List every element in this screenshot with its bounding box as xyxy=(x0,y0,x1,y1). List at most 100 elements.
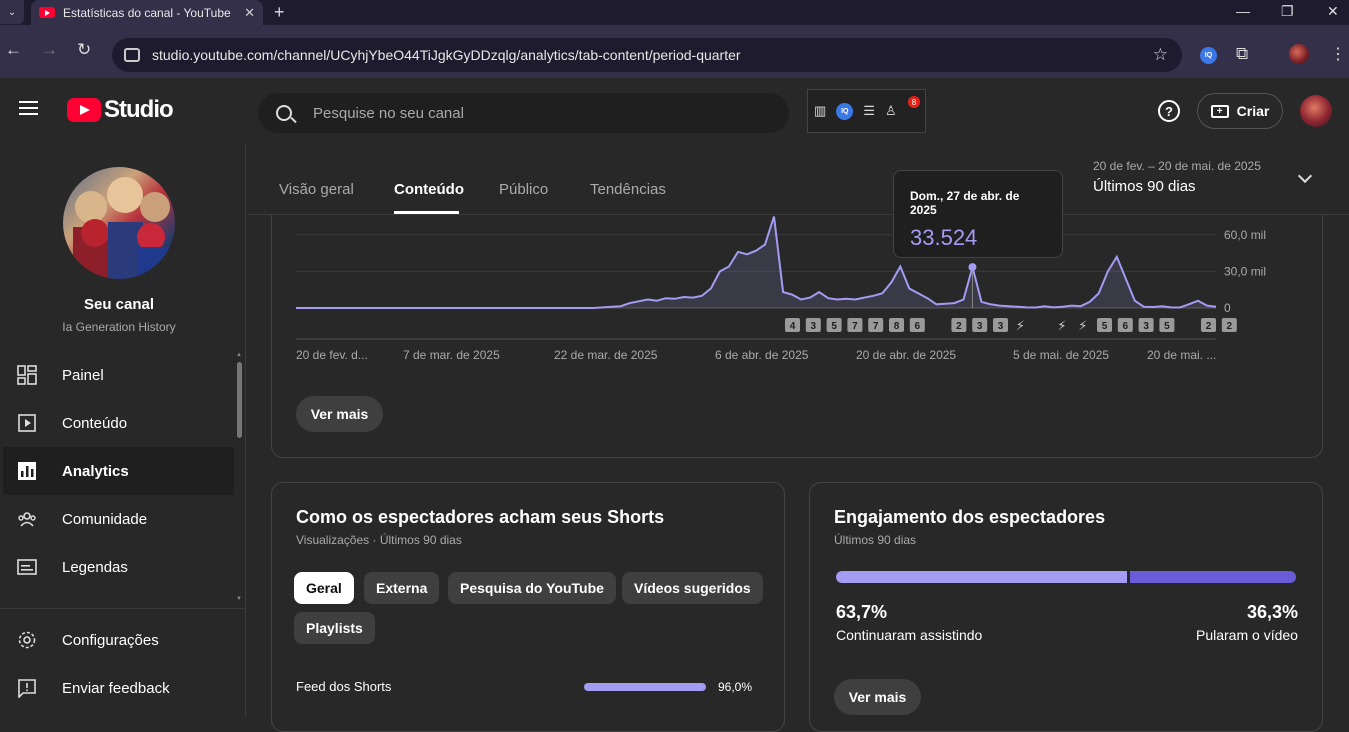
add-video-icon: + xyxy=(1210,104,1229,118)
upload-marker-count: 5 xyxy=(1102,321,1108,332)
forward-button[interactable]: → xyxy=(41,40,58,60)
sidebar-item-analytics[interactable]: Analytics xyxy=(3,447,234,495)
sidebar-scroll-down[interactable]: ▼ xyxy=(236,596,242,602)
channel-avatar-art xyxy=(73,177,170,279)
channel-name: Ia Generation History xyxy=(62,320,176,334)
y-tick-label: 30,0 mil xyxy=(1224,264,1266,278)
trophy-icon[interactable]: ♙ xyxy=(885,103,897,119)
engagement-card-title: Engajamento dos espectadores xyxy=(834,507,1106,527)
tab-tendencias[interactable]: Tendências xyxy=(590,181,666,198)
tab-title: Estatísticas do canal - YouTube xyxy=(63,5,231,20)
browser-profile-avatar[interactable] xyxy=(1289,44,1309,64)
community-icon xyxy=(17,509,37,529)
engagement-card-subtitle: Últimos 90 dias xyxy=(834,533,917,547)
views-chart[interactable]: 60,0 mil 30,0 mil 0 4 3 5 7 7 8 6 2 3 3 ⚡ ⚡ ⚡ 5 6 3 5 2 2 20 d… xyxy=(271,215,1271,375)
hover-point xyxy=(968,263,977,272)
traffic-source-bar xyxy=(584,683,706,691)
create-button[interactable]: + Criar xyxy=(1197,93,1283,129)
continued-label: Continuaram assistindo xyxy=(836,627,983,643)
upload-marker-count: 6 xyxy=(915,321,921,332)
see-more-button[interactable]: Ver mais xyxy=(296,396,383,432)
iq-extension-icon[interactable]: IQ xyxy=(1200,47,1217,64)
chart-area xyxy=(296,216,1216,308)
account-avatar[interactable] xyxy=(1300,95,1332,127)
reload-button[interactable]: ↻ xyxy=(77,40,91,60)
content-icon xyxy=(17,413,37,433)
analytics-icon xyxy=(17,461,37,481)
period-selector[interactable]: Últimos 90 dias xyxy=(1093,178,1196,195)
new-tab-button[interactable]: + xyxy=(274,2,285,23)
url-text[interactable]: studio.youtube.com/channel/UCyhjYbeO44Ti… xyxy=(152,47,741,63)
upload-marker-count: 3 xyxy=(977,321,983,332)
menu-hamburger-icon[interactable] xyxy=(19,101,38,115)
channel-avatar[interactable] xyxy=(63,167,175,279)
list-icon[interactable]: ☰ xyxy=(863,103,875,119)
channel-search[interactable] xyxy=(258,93,789,133)
close-window-button[interactable]: ✕ xyxy=(1327,3,1339,20)
chart-tooltip: Dom., 27 de abr. de 2025 33.524 xyxy=(893,170,1063,258)
upload-marker-count: 5 xyxy=(1164,321,1170,332)
tab-visao-geral[interactable]: Visão geral xyxy=(279,181,354,198)
chip-playlists[interactable]: Playlists xyxy=(294,612,375,644)
tooltip-date: Dom., 27 de abr. de 2025 xyxy=(910,189,1020,217)
active-tab-indicator xyxy=(394,211,459,214)
gear-icon xyxy=(17,630,37,650)
traffic-source-label: Feed dos Shorts xyxy=(296,679,392,694)
continued-watching-bar xyxy=(836,571,1127,583)
engagement-see-more-button[interactable]: Ver mais xyxy=(834,679,921,715)
tab-publico[interactable]: Público xyxy=(499,181,548,198)
upload-marker-count: 3 xyxy=(811,321,817,332)
sidebar-item-label: Analytics xyxy=(62,462,129,480)
tab-search-button[interactable]: ⌄ xyxy=(0,0,24,24)
minimize-button[interactable]: — xyxy=(1236,3,1250,19)
extensions-puzzle-icon[interactable]: ⧉ xyxy=(1236,44,1248,64)
help-icon[interactable]: ? xyxy=(1158,100,1180,122)
upload-marker-count: 3 xyxy=(1143,321,1149,332)
back-button[interactable]: ← xyxy=(5,40,22,60)
chip-videos-sugeridos[interactable]: Vídeos sugeridos xyxy=(622,572,763,604)
upload-marker-count: 8 xyxy=(894,321,900,332)
create-label: Criar xyxy=(1236,103,1270,119)
period-range[interactable]: 20 de fev. – 20 de mai. de 2025 xyxy=(1093,159,1261,173)
close-tab-icon[interactable]: ✕ xyxy=(244,5,255,21)
sidebar-scrollbar[interactable] xyxy=(237,362,242,438)
channel-title: Seu canal xyxy=(83,296,155,313)
x-tick-label: 20 de abr. de 2025 xyxy=(856,348,956,362)
sidebar-divider xyxy=(0,608,246,609)
x-tick-label: 22 de mar. de 2025 xyxy=(554,348,658,362)
chip-pesquisa[interactable]: Pesquisa do YouTube xyxy=(448,572,616,604)
upload-marker-count: 6 xyxy=(1123,321,1129,332)
upload-marker-count: 7 xyxy=(873,321,879,332)
chip-externa[interactable]: Externa xyxy=(364,572,440,604)
skipped-percent: 36,3% xyxy=(1247,602,1299,622)
sidebar-item-configuracoes[interactable]: Configurações xyxy=(3,616,234,664)
chip-geral[interactable]: Geral xyxy=(294,572,354,604)
sidebar-item-label: Configurações xyxy=(62,631,159,649)
search-icon xyxy=(276,105,292,121)
upload-marker-count: 5 xyxy=(831,321,837,332)
sidebar-item-label: Legendas xyxy=(62,558,128,576)
sidebar-item-comunidade[interactable]: Comunidade xyxy=(3,495,234,543)
site-info-icon[interactable] xyxy=(124,48,140,62)
x-tick-label: 5 de mai. de 2025 xyxy=(1013,348,1109,362)
iq-icon[interactable]: IQ xyxy=(836,102,854,120)
sidebar-item-conteudo[interactable]: Conteúdo xyxy=(3,399,234,447)
url-bar[interactable]: studio.youtube.com/channel/UCyhjYbeO44Ti… xyxy=(112,38,1182,72)
browser-menu-icon[interactable]: ⋮ xyxy=(1330,44,1346,64)
upload-marker-count: 2 xyxy=(1206,321,1212,332)
sidebar-item-feedback[interactable]: Enviar feedback xyxy=(3,664,234,712)
sidebar-scroll-up[interactable]: ▲ xyxy=(236,352,242,358)
maximize-button[interactable]: ❐ xyxy=(1281,3,1294,20)
stats-icon[interactable]: ▥ xyxy=(814,103,826,119)
upload-marker-count: 2 xyxy=(1227,321,1233,332)
continued-percent: 63,7% xyxy=(836,602,888,622)
tab-conteudo[interactable]: Conteúdo xyxy=(394,181,464,198)
bookmark-star-icon[interactable]: ☆ xyxy=(1153,45,1168,65)
browser-tab[interactable]: Estatísticas do canal - YouTube ✕ xyxy=(31,0,263,25)
search-input[interactable] xyxy=(313,104,753,122)
youtube-favicon-icon xyxy=(39,7,55,18)
sidebar-item-painel[interactable]: Painel xyxy=(3,351,234,399)
skipped-label: Pularam o vídeo xyxy=(1196,627,1298,643)
studio-logo[interactable]: Studio xyxy=(67,96,174,124)
sidebar-item-legendas[interactable]: Legendas xyxy=(3,543,234,591)
